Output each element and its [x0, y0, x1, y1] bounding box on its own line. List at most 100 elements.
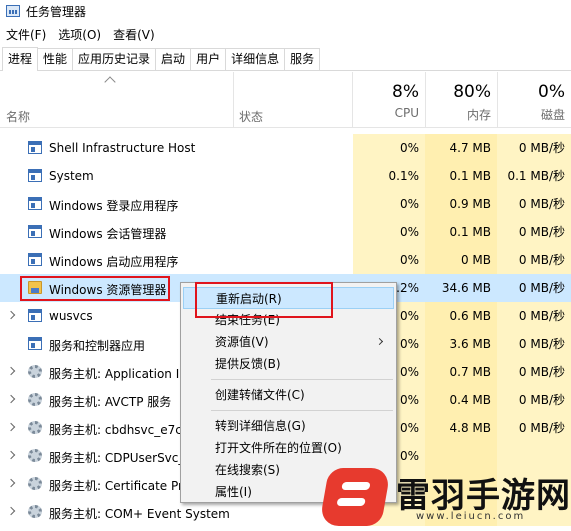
disk-value: 0 MB/秒	[497, 330, 571, 358]
expand-chevron-icon[interactable]	[6, 422, 16, 432]
cpu-total: 8%	[392, 82, 419, 102]
disk-total: 0%	[538, 82, 565, 102]
window-icon	[28, 337, 42, 350]
memory-value: 3.6 MB	[425, 330, 497, 358]
window-icon	[28, 309, 42, 322]
process-row[interactable]: Windows 会话管理器 0% 0.1 MB 0 MB/秒	[0, 218, 571, 246]
disk-value: 0 MB/秒	[497, 386, 571, 414]
memory-value: 0.9 MB	[425, 190, 497, 218]
highlight-box-explorer	[20, 276, 170, 301]
watermark: 雷羽手游网 www.leiucn.com	[316, 462, 571, 531]
expand-chevron-icon[interactable]	[6, 366, 16, 376]
process-name: Windows 启动应用程序	[49, 255, 179, 269]
context-menu-label: 打开文件所在的位置(O)	[215, 441, 342, 455]
memory-value: 0 MB	[425, 246, 497, 274]
context-menu-label: 创建转储文件(C)	[215, 388, 305, 402]
window-icon	[28, 169, 42, 182]
disk-value: 0 MB/秒	[497, 302, 571, 330]
process-name: 服务主机: CDPUserSvc_	[49, 451, 185, 465]
tab-details[interactable]: 详细信息	[225, 48, 286, 70]
chevron-right-icon	[375, 337, 384, 346]
process-row[interactable]: Shell Infrastructure Host 0% 4.7 MB 0 MB/秒	[0, 134, 571, 162]
process-name: Shell Infrastructure Host	[49, 141, 196, 155]
window-icon	[28, 141, 42, 154]
disk-value: 0 MB/秒	[518, 281, 565, 295]
memory-value: 0.1 MB	[425, 162, 497, 190]
window-icon	[28, 253, 42, 266]
column-disk[interactable]: 0% 磁盘	[497, 72, 571, 128]
task-manager-icon	[6, 5, 20, 17]
process-name: 服务主机: Application Ir	[49, 367, 185, 381]
process-row[interactable]: Windows 登录应用程序 0% 0.9 MB 0 MB/秒	[0, 190, 571, 218]
gear-icon	[28, 477, 42, 490]
tab-processes[interactable]: 进程	[2, 47, 39, 71]
process-name: wusvcs	[49, 309, 93, 323]
context-menu-item[interactable]: 提供反馈(B)	[183, 353, 394, 375]
disk-value: 0 MB/秒	[497, 190, 571, 218]
tab-services[interactable]: 服务	[284, 48, 321, 70]
menu-separator	[211, 410, 393, 411]
cpu-value: 0%	[353, 246, 425, 274]
cpu-value: 0%	[353, 134, 425, 162]
process-name: 服务主机: AVCTP 服务	[49, 395, 172, 409]
tab-bar: 进程 性能 应用历史记录 启动 用户 详细信息 服务	[0, 47, 571, 71]
gear-icon	[28, 449, 42, 462]
cpu-value: 0%	[353, 218, 425, 246]
process-name: 服务主机: Certificate Pr	[49, 479, 183, 493]
memory-value: 0.7 MB	[425, 358, 497, 386]
expand-chevron-icon[interactable]	[6, 310, 16, 320]
context-menu-item[interactable]: 创建转储文件(C)	[183, 384, 394, 406]
context-menu-item[interactable]: 转到详细信息(G)	[183, 415, 394, 437]
column-cpu[interactable]: 8% CPU	[353, 72, 425, 128]
disk-value: 0 MB/秒	[497, 414, 571, 442]
menu-file[interactable]: 文件(F)	[0, 26, 52, 43]
tab-users[interactable]: 用户	[190, 48, 227, 70]
column-memory[interactable]: 80% 内存	[425, 72, 497, 128]
process-row[interactable]: Windows 启动应用程序 0% 0 MB 0 MB/秒	[0, 246, 571, 274]
cpu-label: CPU	[394, 106, 419, 120]
memory-value: 0.1 MB	[425, 218, 497, 246]
disk-value: 0.1 MB/秒	[497, 162, 571, 190]
tab-app-history[interactable]: 应用历史记录	[72, 48, 157, 70]
memory-value: 34.6 MB	[441, 281, 491, 295]
disk-value: 0 MB/秒	[497, 134, 571, 162]
process-name: 服务主机: COM+ Event System	[49, 507, 230, 521]
gear-icon	[28, 421, 42, 434]
process-name: System	[49, 169, 94, 183]
column-header: 名称 状态 8% CPU 80% 内存 0% 磁盘	[0, 72, 571, 128]
watermark-text: 雷羽手游网	[396, 476, 571, 516]
expand-chevron-icon[interactable]	[6, 506, 16, 516]
column-status[interactable]: 状态	[239, 108, 263, 125]
watermark-logo-icon	[318, 468, 392, 526]
window-icon	[28, 225, 42, 238]
memory-total: 80%	[453, 82, 491, 102]
expand-chevron-icon[interactable]	[6, 450, 16, 460]
menu-options[interactable]: 选项(O)	[52, 26, 107, 43]
context-menu-item[interactable]: 打开文件所在的位置(O)	[183, 437, 394, 459]
context-menu-label: 属性(I)	[215, 485, 252, 499]
process-row[interactable]: System 0.1% 0.1 MB 0.1 MB/秒	[0, 162, 571, 190]
watermark-url: www.leiucn.com	[416, 511, 526, 522]
process-name: 服务和控制器应用	[49, 339, 146, 353]
memory-value: 4.7 MB	[425, 134, 497, 162]
disk-value: 0 MB/秒	[497, 218, 571, 246]
context-menu-item[interactable]: 资源值(V)	[183, 331, 394, 353]
menu-bar: 文件(F) 选项(O) 查看(V)	[0, 24, 161, 44]
process-name: Windows 会话管理器	[49, 227, 167, 241]
highlight-box-restart	[195, 282, 333, 318]
gear-icon	[28, 505, 42, 518]
menu-separator	[211, 379, 393, 380]
window-title: 任务管理器	[26, 4, 87, 19]
column-name[interactable]: 名称	[6, 108, 30, 125]
memory-label: 内存	[466, 108, 491, 122]
disk-value: 0 MB/秒	[497, 358, 571, 386]
menu-view[interactable]: 查看(V)	[107, 26, 161, 43]
cpu-value: 0%	[353, 190, 425, 218]
title-bar: 任务管理器	[0, 0, 571, 22]
tab-performance[interactable]: 性能	[37, 48, 74, 70]
tab-startup[interactable]: 启动	[155, 48, 192, 70]
expand-chevron-icon[interactable]	[6, 478, 16, 488]
expand-chevron-icon[interactable]	[6, 394, 16, 404]
disk-label: 磁盘	[540, 108, 565, 122]
context-menu-label: 资源值(V)	[215, 335, 269, 349]
